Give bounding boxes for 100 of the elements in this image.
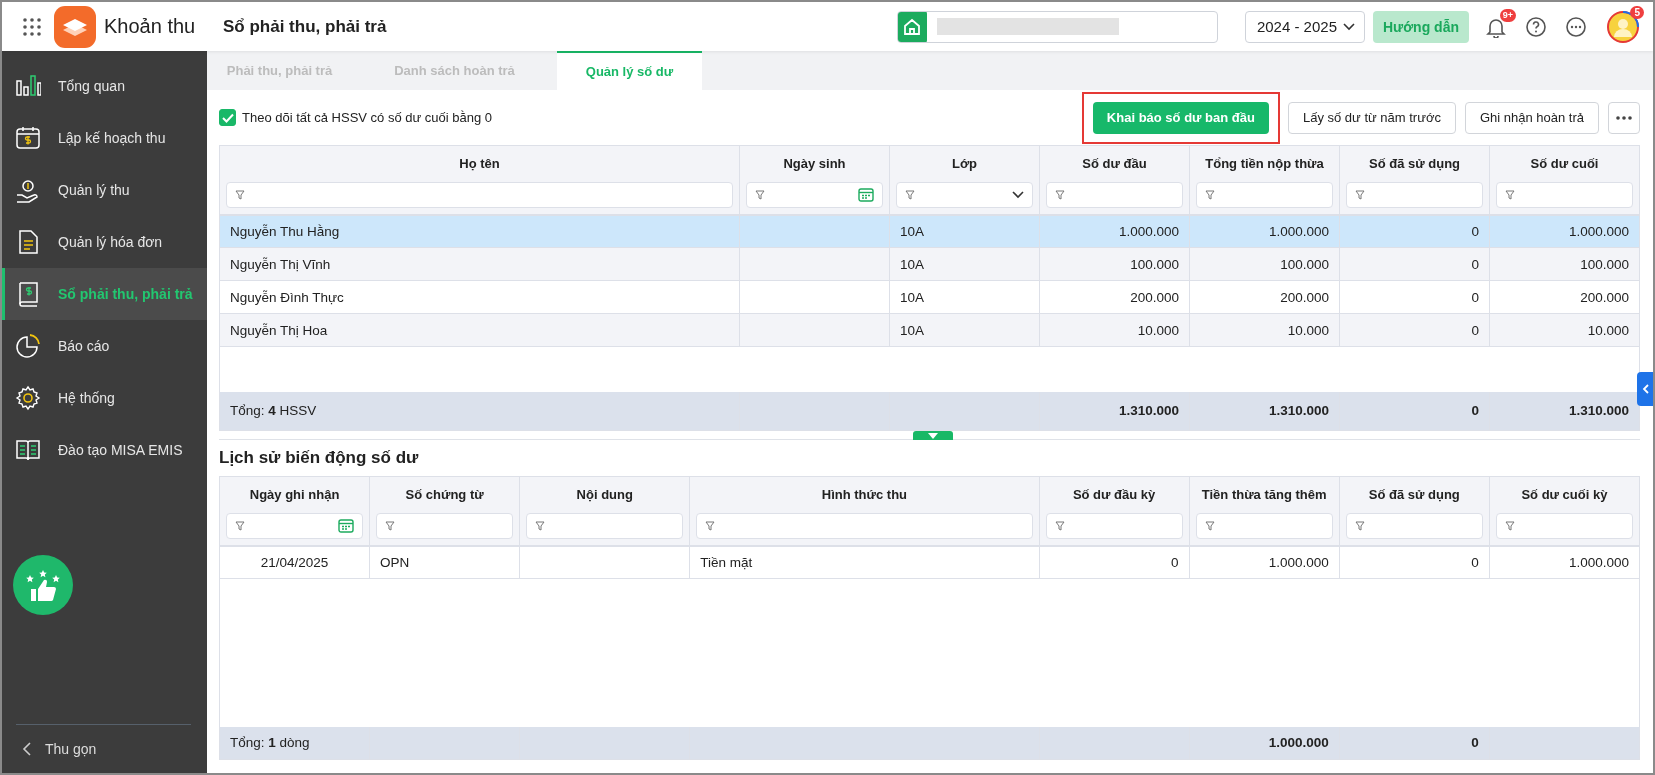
filter-field[interactable] <box>526 512 684 539</box>
sidebar-item[interactable]: Sổ phải thu, phải trả <box>2 268 207 320</box>
pie-chart-icon <box>15 333 41 359</box>
table-row[interactable]: Nguyễn Đình Thực 10A 200.000 200.000 0 200.000 <box>219 280 1640 314</box>
total-value: 0 <box>1471 735 1479 751</box>
chevron-down-icon[interactable] <box>1012 190 1024 199</box>
table-cell: 200.000 <box>1489 280 1640 314</box>
table-cell: Nguyễn Thị Hoa <box>219 313 740 347</box>
filter-field[interactable] <box>1195 512 1333 539</box>
table-cell: 0 <box>1339 280 1490 314</box>
table-row[interactable]: Nguyễn Thị Vĩnh 10A 100.000 100.000 0 100.000 <box>219 247 1640 281</box>
table-cell: 100.000 <box>1039 247 1190 281</box>
column-header: Số dư đầu kỳ <box>1039 476 1190 513</box>
table-cell: 1.000.000 <box>1489 214 1640 248</box>
table-cell: 0 <box>1339 247 1490 281</box>
table-cell: 100.000 <box>1189 247 1340 281</box>
filter-icon <box>905 189 915 200</box>
home-icon <box>897 11 927 42</box>
year-select[interactable]: 2024 - 2025 <box>1244 10 1365 43</box>
column-header: Ngày ghi nhận <box>219 476 370 513</box>
checkbox-label: Theo dõi tất cả HSSV có số dư cuối bằng 0 <box>242 110 493 125</box>
filter-field[interactable] <box>1345 512 1483 539</box>
filter-field[interactable] <box>1196 181 1333 208</box>
apps-grid-icon[interactable] <box>23 17 41 36</box>
total-value: 1.000.000 <box>1268 735 1329 751</box>
chevron-left-icon <box>22 741 31 756</box>
filter-icon <box>705 520 716 531</box>
filter-icon <box>1055 189 1065 200</box>
filter-field[interactable] <box>896 181 1033 208</box>
table-row[interactable]: Nguyễn Thu Hằng 10A 1.000.000 1.000.000 0 1.000.000 <box>219 214 1640 248</box>
table-row[interactable]: Nguyễn Thị Hoa 10A 10.000 10.000 0 10.000 <box>219 313 1640 347</box>
filter-field[interactable] <box>226 512 364 539</box>
open-book-icon <box>15 437 41 463</box>
more-button[interactable] <box>1608 101 1640 134</box>
filter-icon <box>235 520 245 531</box>
filter-field[interactable] <box>226 181 733 208</box>
table-cell: 1.000.000 <box>1189 214 1340 248</box>
filter-field[interactable] <box>1346 181 1483 208</box>
column-header: Lớp <box>889 145 1040 182</box>
column-header: Nội dung <box>519 476 690 513</box>
sidebar-item[interactable]: Hệ thống <box>2 372 207 424</box>
sidebar-item[interactable]: Báo cáo <box>2 320 207 372</box>
sidebar-item[interactable]: Lập kế hoạch thu <box>2 112 207 164</box>
table-cell: 10A <box>889 247 1040 281</box>
coin-hand-icon <box>15 177 41 203</box>
action-button[interactable]: Lấy số dư từ năm trước <box>1287 101 1456 134</box>
total-label: Tổng: 1 dòng <box>230 735 310 751</box>
filter-field[interactable] <box>696 512 1033 539</box>
school-search-field[interactable] <box>896 10 1218 43</box>
table-cell: 21/04/2025 <box>219 545 370 579</box>
sidebar-item[interactable]: Quản lý thu <box>2 164 207 216</box>
table-row[interactable]: 21/04/2025 OPN Tiền mặt 0 1.000.000 0 1.000.000 <box>219 545 1640 579</box>
notification-badge: 9+ <box>1499 8 1516 22</box>
filter-field[interactable] <box>1046 181 1183 208</box>
column-header: Họ tên <box>219 145 740 182</box>
table-cell: 0 <box>1339 313 1490 347</box>
bar-chart-icon <box>15 73 41 99</box>
column-header: Số dư cuối <box>1489 145 1640 182</box>
sidebar-item[interactable]: Quản lý hóa đơn <box>2 216 207 268</box>
chevron-left-icon <box>1641 384 1649 394</box>
collapse-handle[interactable] <box>913 431 953 440</box>
app-title: Khoản thu <box>104 15 196 38</box>
column-header: Số dư đầu <box>1039 145 1190 182</box>
avatar-icon[interactable] <box>1607 10 1639 43</box>
filter-icon <box>385 520 396 531</box>
checkmark-icon <box>221 112 234 123</box>
filter-field[interactable] <box>376 512 514 539</box>
action-button[interactable]: Ghi nhận hoàn trả <box>1464 101 1599 134</box>
table-cell: 1.000.000 <box>1489 545 1640 579</box>
filter-icon <box>1354 520 1365 531</box>
chevron-down-icon <box>1342 22 1355 31</box>
table-cell: 10.000 <box>1039 313 1190 347</box>
total-value: 1.310.000 <box>1118 403 1179 419</box>
filter-field[interactable] <box>1496 181 1633 208</box>
filter-field[interactable] <box>746 181 883 208</box>
collapse-sidebar-button[interactable]: Thu gọn <box>16 724 191 772</box>
table-cell: 10.000 <box>1489 313 1640 347</box>
filter-icon <box>1355 189 1365 200</box>
table-cell: 1.000.000 <box>1039 214 1190 248</box>
calendar-icon[interactable] <box>858 187 874 202</box>
table-cell: 0 <box>1039 545 1190 579</box>
table-cell: 1.000.000 <box>1189 545 1340 579</box>
filter-icon <box>235 189 245 200</box>
total-label: Tổng: 4 HSSV <box>230 403 317 419</box>
column-header: Số chứng từ <box>369 476 520 513</box>
column-header: Số đã sử dụng <box>1339 145 1490 182</box>
rating-thumbs-up-icon[interactable] <box>13 555 73 615</box>
filter-field[interactable] <box>1045 512 1183 539</box>
sidebar-item[interactable]: Tổng quan <box>2 60 207 112</box>
panel-toggle-button[interactable] <box>1637 372 1653 406</box>
column-header: Ngày sinh <box>739 145 890 182</box>
column-header: Số dư cuối kỳ <box>1489 476 1640 513</box>
more-icon[interactable] <box>1565 15 1587 38</box>
table-cell: Tiền mặt <box>689 545 1040 579</box>
filter-field[interactable] <box>1495 512 1633 539</box>
sidebar-item[interactable]: Đào tạo MISA EMIS <box>2 424 207 476</box>
table-cell: OPN <box>369 545 520 579</box>
help-icon[interactable] <box>1525 15 1547 38</box>
checkbox[interactable] <box>219 109 236 126</box>
calendar-icon[interactable] <box>338 518 355 533</box>
